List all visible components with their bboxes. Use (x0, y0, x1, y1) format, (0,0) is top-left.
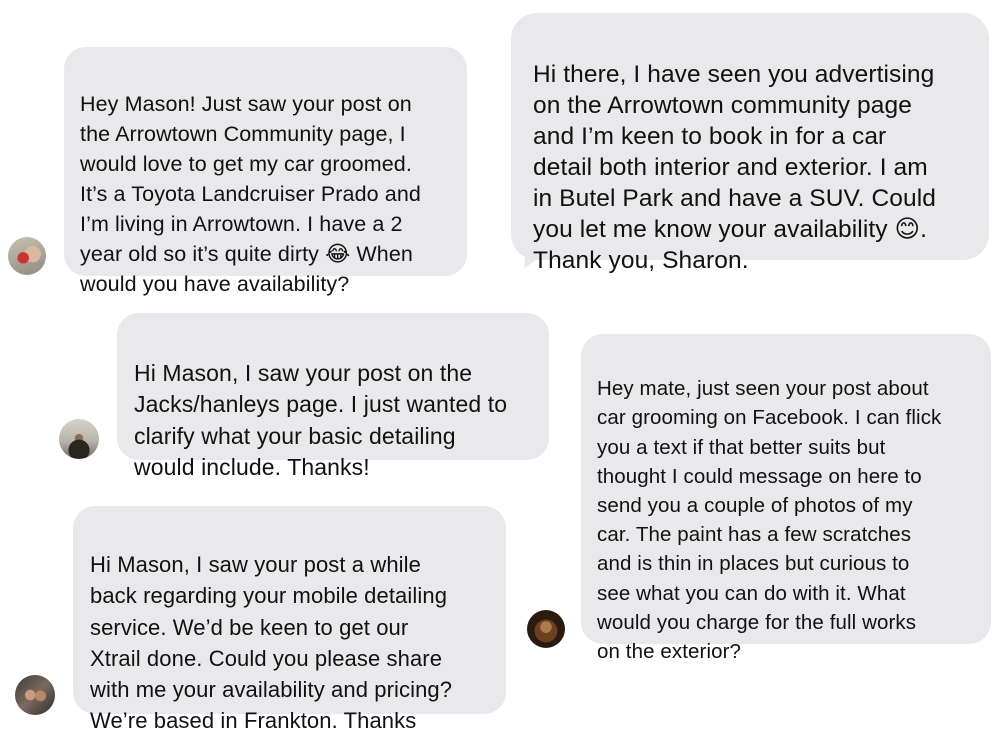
message-text: Hey Mason! Just saw your post on the Arr… (80, 92, 421, 296)
sender-avatar (527, 610, 565, 648)
message-bubble: Hey Mason! Just saw your post on the Arr… (64, 47, 467, 296)
message-bubble: Hi Mason, I saw your post on the Jacks/h… (117, 313, 549, 480)
message-text: Hi Mason, I saw your post on the Jacks/h… (134, 359, 508, 481)
message-text: Hi Mason, I saw your post a while back r… (90, 552, 453, 729)
message-bubble: Hi there, I have seen you advertising on… (511, 13, 989, 274)
message-text: Hey mate, just seen your post about car … (597, 377, 942, 664)
sender-avatar (8, 237, 46, 275)
message-bubble: Hi Mason, I saw your post a while back r… (73, 506, 506, 729)
sender-avatar (15, 675, 55, 715)
message-text: Hi there, I have seen you advertising on… (533, 61, 937, 274)
message-bubble: Hey mate, just seen your post about car … (581, 334, 991, 663)
sender-avatar (59, 419, 99, 459)
